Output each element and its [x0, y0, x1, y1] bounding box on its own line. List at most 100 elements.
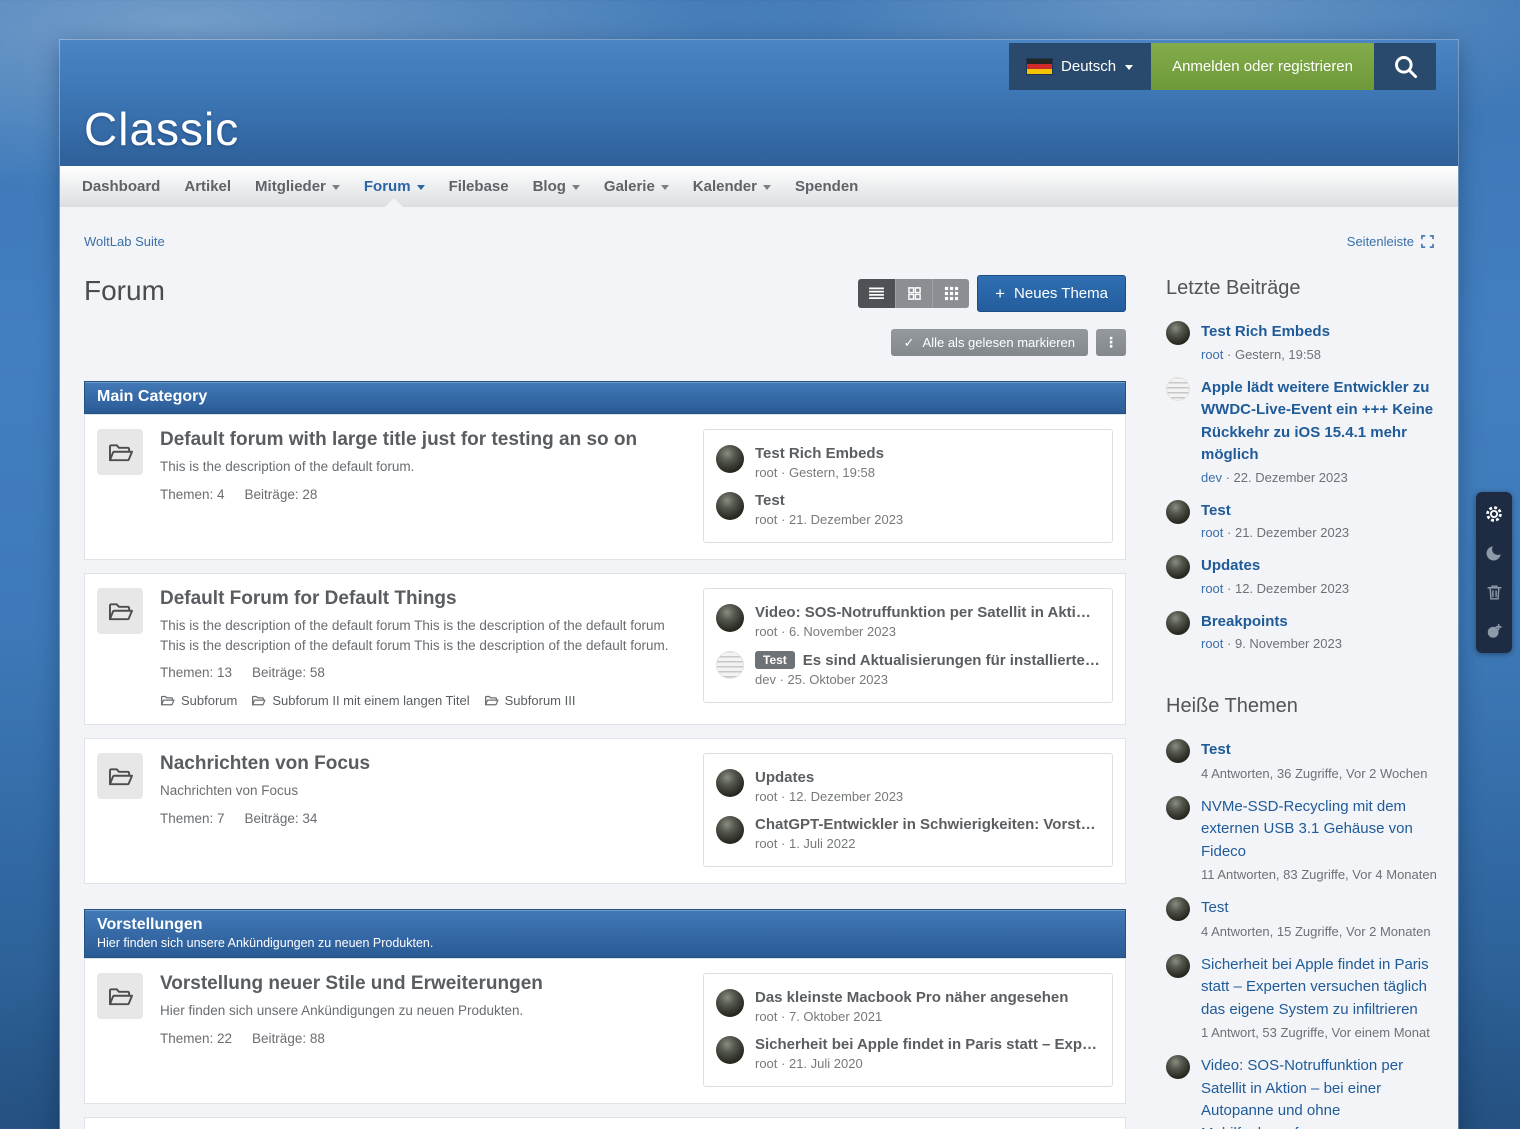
- avatar[interactable]: [716, 769, 744, 797]
- topic-title-link[interactable]: Video: SOS-Notruffunktion per Satellit i…: [1201, 1055, 1438, 1129]
- topic-title-link[interactable]: Apple lädt weitere Entwickler zu WWDC-Li…: [1201, 377, 1438, 467]
- author-link[interactable]: root: [1201, 581, 1223, 596]
- topic-title-link[interactable]: ChatGPT-Entwickler in Schwierigkeiten: V…: [755, 816, 1100, 833]
- nav-item-forum[interactable]: Forum: [352, 166, 437, 207]
- nav-item-kalender[interactable]: Kalender: [681, 166, 783, 207]
- topic-author[interactable]: root: [755, 836, 777, 851]
- avatar[interactable]: [716, 989, 744, 1017]
- sidebar-section-title: Heiße Themen: [1166, 695, 1438, 718]
- latest-topic: Test Es sind Aktualisierungen für install…: [716, 645, 1100, 693]
- nav-item-galerie[interactable]: Galerie: [592, 166, 681, 207]
- forum-title-link[interactable]: Nachrichten von Focus: [160, 753, 681, 775]
- list-view-icon: [868, 287, 885, 300]
- forum-title-link[interactable]: Vorstellung neuer Stile und Erweiterunge…: [160, 973, 681, 995]
- avatar[interactable]: [1166, 954, 1190, 978]
- forum-title-link[interactable]: Default forum with large title just for …: [160, 429, 681, 451]
- topic-title-link[interactable]: Video: SOS-Notruffunktion per Satellit i…: [755, 604, 1100, 621]
- avatar[interactable]: [716, 816, 744, 844]
- avatar[interactable]: [1166, 611, 1190, 635]
- topic-author[interactable]: dev: [755, 672, 776, 687]
- author-link[interactable]: root: [1201, 525, 1223, 540]
- header-controls: Deutsch Anmelden oder registrieren: [1009, 43, 1436, 90]
- avatar[interactable]: [1166, 555, 1190, 579]
- avatar[interactable]: [716, 651, 744, 679]
- topic-author[interactable]: root: [755, 1056, 777, 1071]
- topic-author[interactable]: root: [755, 512, 777, 527]
- nav-item-artikel[interactable]: Artikel: [172, 166, 243, 207]
- avatar[interactable]: [1166, 1055, 1190, 1079]
- topic-title-link[interactable]: Updates: [755, 769, 814, 786]
- topic-author[interactable]: root: [755, 789, 777, 804]
- topic-date: 6. November 2023: [777, 624, 896, 639]
- sidebar-item: Test 4 Antworten, 15 Zugriffe, Vor 2 Mon…: [1166, 897, 1438, 939]
- mark-all-read-button[interactable]: ✓ Alle als gelesen markieren: [891, 329, 1088, 356]
- forum-stats: Themen: 13Beiträge: 58: [160, 665, 681, 680]
- sidebar-toggle[interactable]: Seitenleiste: [1347, 234, 1434, 249]
- topic-title-link[interactable]: Test: [1201, 739, 1427, 762]
- trash-button[interactable]: [1481, 579, 1507, 605]
- language-selector[interactable]: Deutsch: [1009, 43, 1151, 90]
- topic-title-link[interactable]: Test: [755, 492, 785, 509]
- category-header[interactable]: Vorstellungen Hier finden sich unsere An…: [84, 909, 1126, 958]
- nav-item-blog[interactable]: Blog: [521, 166, 592, 207]
- author-link[interactable]: dev: [1201, 470, 1222, 485]
- topic-author[interactable]: root: [755, 1009, 777, 1024]
- search-button[interactable]: [1374, 43, 1436, 90]
- new-topic-label: Neues Thema: [1014, 285, 1108, 302]
- topic-title-link[interactable]: Updates: [1201, 555, 1349, 578]
- site-logo[interactable]: Classic: [84, 102, 239, 156]
- subforum-link[interactable]: Subforum II mit einem langen Titel: [251, 693, 469, 708]
- settings-button[interactable]: [1481, 501, 1507, 527]
- add-circle-button[interactable]: [1481, 618, 1507, 644]
- topic-title-link[interactable]: Test: [1201, 500, 1349, 523]
- avatar[interactable]: [1166, 796, 1190, 820]
- avatar[interactable]: [1166, 739, 1190, 763]
- topic-label-badge: Test: [755, 651, 795, 669]
- topic-title-link[interactable]: NVMe-SSD-Recycling mit dem externen USB …: [1201, 796, 1438, 864]
- nav-item-spenden[interactable]: Spenden: [783, 166, 870, 207]
- topic-title-link[interactable]: Das kleinste Macbook Pro näher angesehen: [755, 989, 1068, 1006]
- forum-title-link[interactable]: Default Forum for Default Things: [160, 588, 681, 610]
- topic-title-link[interactable]: Test: [1201, 897, 1431, 920]
- breadcrumb-link[interactable]: WoltLab Suite: [84, 234, 165, 249]
- author-link[interactable]: root: [1201, 636, 1223, 651]
- dark-mode-button[interactable]: [1481, 540, 1507, 566]
- category-title[interactable]: Main Category: [97, 388, 1113, 406]
- folder-icon[interactable]: [97, 429, 143, 475]
- avatar[interactable]: [716, 492, 744, 520]
- topic-title-link[interactable]: Breakpoints: [1201, 611, 1342, 634]
- subforum-link[interactable]: Subforum: [160, 693, 237, 708]
- topic-title-link[interactable]: Test Rich Embeds: [755, 445, 884, 462]
- topic-title-link[interactable]: Sicherheit bei Apple findet in Paris sta…: [1201, 954, 1438, 1022]
- avatar[interactable]: [1166, 377, 1190, 401]
- folder-icon[interactable]: [97, 753, 143, 799]
- category-header[interactable]: Main Category: [84, 381, 1126, 414]
- topic-title-link[interactable]: Sicherheit bei Apple findet in Paris sta…: [755, 1036, 1100, 1053]
- avatar[interactable]: [1166, 321, 1190, 345]
- nav-item-dashboard[interactable]: Dashboard: [70, 166, 172, 207]
- topic-author[interactable]: root: [755, 465, 777, 480]
- avatar[interactable]: [716, 1036, 744, 1064]
- view-list-button[interactable]: [858, 279, 895, 308]
- topic-date: Gestern, 19:58: [777, 465, 875, 480]
- topic-title-link[interactable]: Es sind Aktualisierungen für installiert…: [803, 652, 1100, 669]
- view-compact-grid-button[interactable]: [932, 279, 969, 308]
- avatar[interactable]: [1166, 897, 1190, 921]
- avatar[interactable]: [716, 604, 744, 632]
- topic-title-link[interactable]: Test Rich Embeds: [1201, 321, 1330, 344]
- author-link[interactable]: root: [1201, 347, 1223, 362]
- login-register-button[interactable]: Anmelden oder registrieren: [1151, 43, 1374, 90]
- new-topic-button[interactable]: + Neues Thema: [977, 275, 1126, 312]
- folder-icon[interactable]: [97, 973, 143, 1019]
- avatar[interactable]: [1166, 500, 1190, 524]
- category-title[interactable]: Vorstellungen: [97, 916, 1113, 934]
- view-grid-button[interactable]: [895, 279, 932, 308]
- nav-item-mitglieder[interactable]: Mitglieder: [243, 166, 352, 207]
- subforum-link[interactable]: Subforum III: [484, 693, 576, 708]
- forum-row: Vorstellung neuer Stile und Erweiterunge…: [84, 958, 1126, 1104]
- nav-item-filebase[interactable]: Filebase: [437, 166, 521, 207]
- more-options-button[interactable]: ⋮: [1096, 329, 1126, 356]
- avatar[interactable]: [716, 445, 744, 473]
- folder-icon[interactable]: [97, 588, 143, 634]
- topic-author[interactable]: root: [755, 624, 777, 639]
